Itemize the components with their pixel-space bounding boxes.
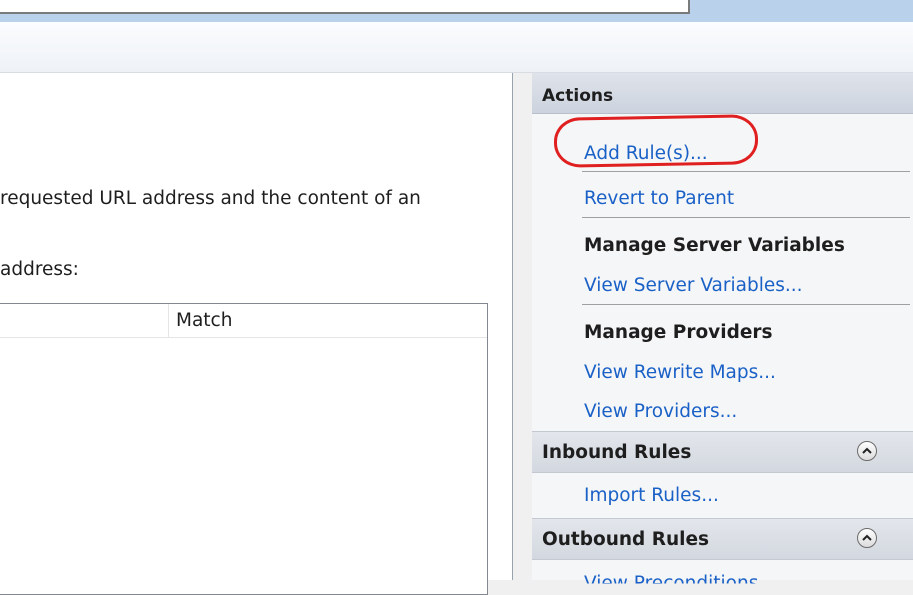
import-rules-link[interactable]: Import Rules...: [584, 485, 719, 506]
inbound-rules-title: Inbound Rules: [542, 442, 692, 463]
manage-providers-label: Manage Providers: [584, 322, 773, 343]
feature-description: requested URL address and the content of…: [0, 188, 421, 209]
view-providers-link[interactable]: View Providers...: [584, 401, 737, 422]
column-header-match[interactable]: Match: [176, 310, 232, 331]
outbound-rules-section: Outbound Rules: [532, 518, 913, 560]
divider: [582, 304, 910, 305]
list-header: Match: [0, 304, 487, 338]
list-caption: address:: [0, 259, 79, 280]
actions-pane: Actions Add Rule(s)... Revert to Parent …: [532, 73, 913, 584]
revert-to-parent-link[interactable]: Revert to Parent: [584, 188, 734, 209]
view-server-variables-link[interactable]: View Server Variables...: [584, 275, 803, 296]
address-bar[interactable]: [0, 0, 690, 14]
divider: [582, 171, 910, 172]
view-rewrite-maps-link[interactable]: View Rewrite Maps...: [584, 362, 776, 383]
collapse-inbound-button[interactable]: [857, 441, 877, 461]
actions-title: Actions: [542, 86, 614, 106]
add-rules-link[interactable]: Add Rule(s)...: [584, 143, 708, 164]
chevron-up-icon: [862, 447, 872, 454]
chevron-up-icon: [862, 534, 872, 541]
title-strip: [0, 0, 913, 22]
rules-list[interactable]: Match: [0, 303, 488, 595]
inbound-rules-section: Inbound Rules: [532, 431, 913, 473]
manage-server-variables-label: Manage Server Variables: [584, 235, 845, 256]
content-pane: requested URL address and the content of…: [0, 73, 513, 595]
column-separator[interactable]: [168, 304, 169, 337]
collapse-outbound-button[interactable]: [857, 528, 877, 548]
toolbar-band: [0, 22, 913, 73]
divider: [582, 217, 910, 218]
view-preconditions-link[interactable]: View Preconditions...: [584, 573, 776, 584]
actions-body: [532, 114, 913, 580]
outbound-rules-title: Outbound Rules: [542, 529, 710, 550]
actions-header: Actions: [532, 73, 913, 114]
